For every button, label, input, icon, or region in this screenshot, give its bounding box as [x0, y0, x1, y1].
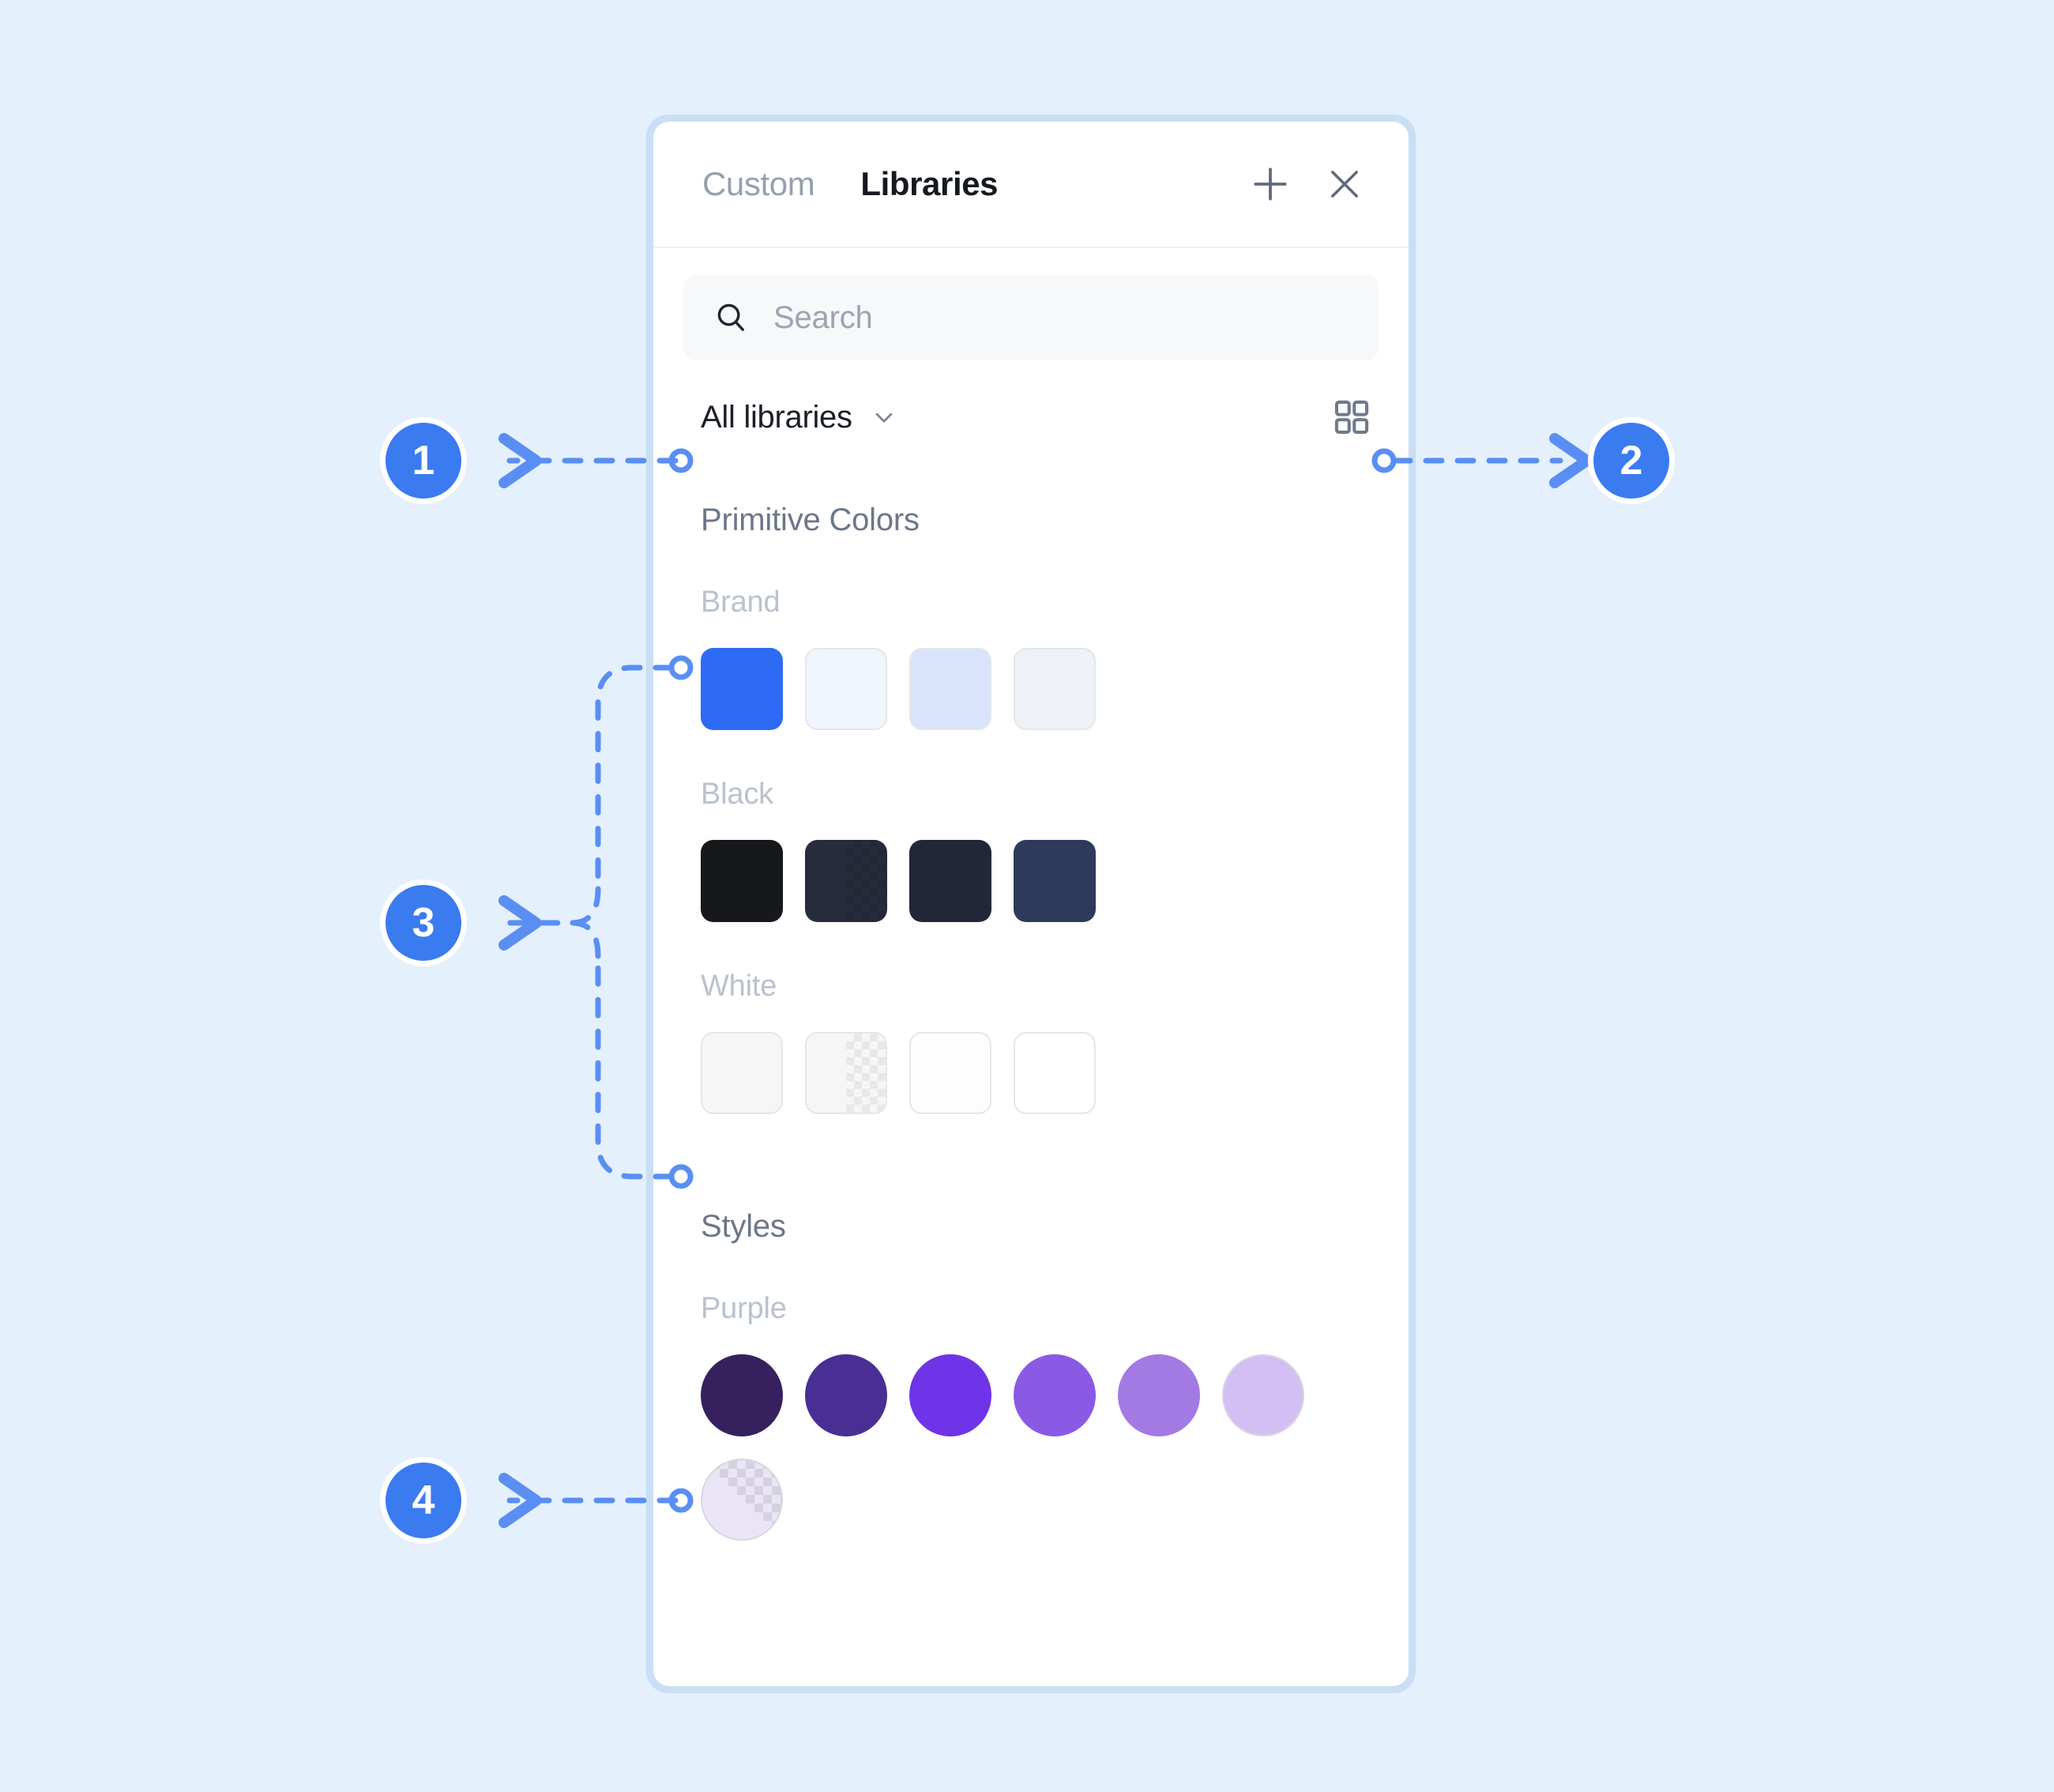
swatch-row [653, 840, 1409, 922]
swatch-row [653, 1032, 1409, 1114]
color-swatch[interactable] [701, 1459, 783, 1541]
group-label: Black [701, 777, 773, 811]
color-swatch[interactable] [1014, 840, 1096, 922]
group-label: Purple [701, 1292, 787, 1325]
color-swatch[interactable] [701, 1032, 783, 1114]
swatch-row [653, 1354, 1372, 1541]
section-title: Primitive Colors [701, 503, 920, 537]
annotation-badge-1[interactable]: 1 [380, 417, 467, 504]
grid-view-icon[interactable] [1331, 397, 1372, 438]
search-placeholder: Search [773, 299, 873, 335]
close-icon[interactable] [1317, 156, 1372, 212]
color-swatch[interactable] [1222, 1354, 1304, 1436]
annotation-badge-3[interactable]: 3 [380, 879, 467, 966]
color-swatch[interactable] [701, 648, 783, 730]
transparency-checker [846, 1033, 886, 1112]
search-icon [712, 299, 750, 337]
annotation-badge-4[interactable]: 4 [380, 1457, 467, 1544]
search-input[interactable]: Search [683, 275, 1379, 360]
color-swatch[interactable] [909, 840, 991, 922]
section-title: Styles [701, 1209, 786, 1244]
color-swatch[interactable] [805, 1354, 887, 1436]
group-label: Brand [701, 585, 781, 619]
color-swatch[interactable] [805, 648, 887, 730]
group-label: White [701, 969, 777, 1003]
sections-root: Primitive Colors Brand Black White Styles Pur… [653, 503, 1409, 1541]
tab-libraries[interactable]: Libraries [860, 165, 998, 203]
panel-header: Custom Libraries [653, 122, 1409, 248]
color-swatch[interactable] [805, 1032, 887, 1114]
color-swatch[interactable] [1118, 1354, 1200, 1436]
color-swatch[interactable] [1014, 1354, 1096, 1436]
annotation-badge-2[interactable]: 2 [1588, 417, 1675, 504]
color-swatch[interactable] [909, 648, 991, 730]
color-swatch[interactable] [805, 840, 887, 922]
color-swatch[interactable] [909, 1032, 991, 1114]
plus-icon[interactable] [1243, 156, 1298, 212]
color-swatch[interactable] [701, 1354, 783, 1436]
tab-custom[interactable]: Custom [702, 165, 815, 203]
library-filter-dropdown[interactable]: All libraries [701, 400, 852, 435]
search-zone: Search [653, 248, 1409, 360]
filter-row: All libraries [653, 360, 1409, 438]
color-swatch[interactable] [701, 840, 783, 922]
transparency-checker [846, 840, 887, 922]
chevron-down-icon[interactable] [870, 403, 898, 431]
color-swatch[interactable] [1014, 648, 1096, 730]
color-swatch[interactable] [1014, 1032, 1096, 1114]
color-swatch[interactable] [909, 1354, 991, 1436]
swatch-row [653, 648, 1409, 730]
transparency-checker [702, 1460, 781, 1539]
panel-body: Custom Libraries Search All libraries Pr… [653, 122, 1409, 1686]
color-library-panel: Custom Libraries Search All libraries Pr… [646, 115, 1416, 1693]
